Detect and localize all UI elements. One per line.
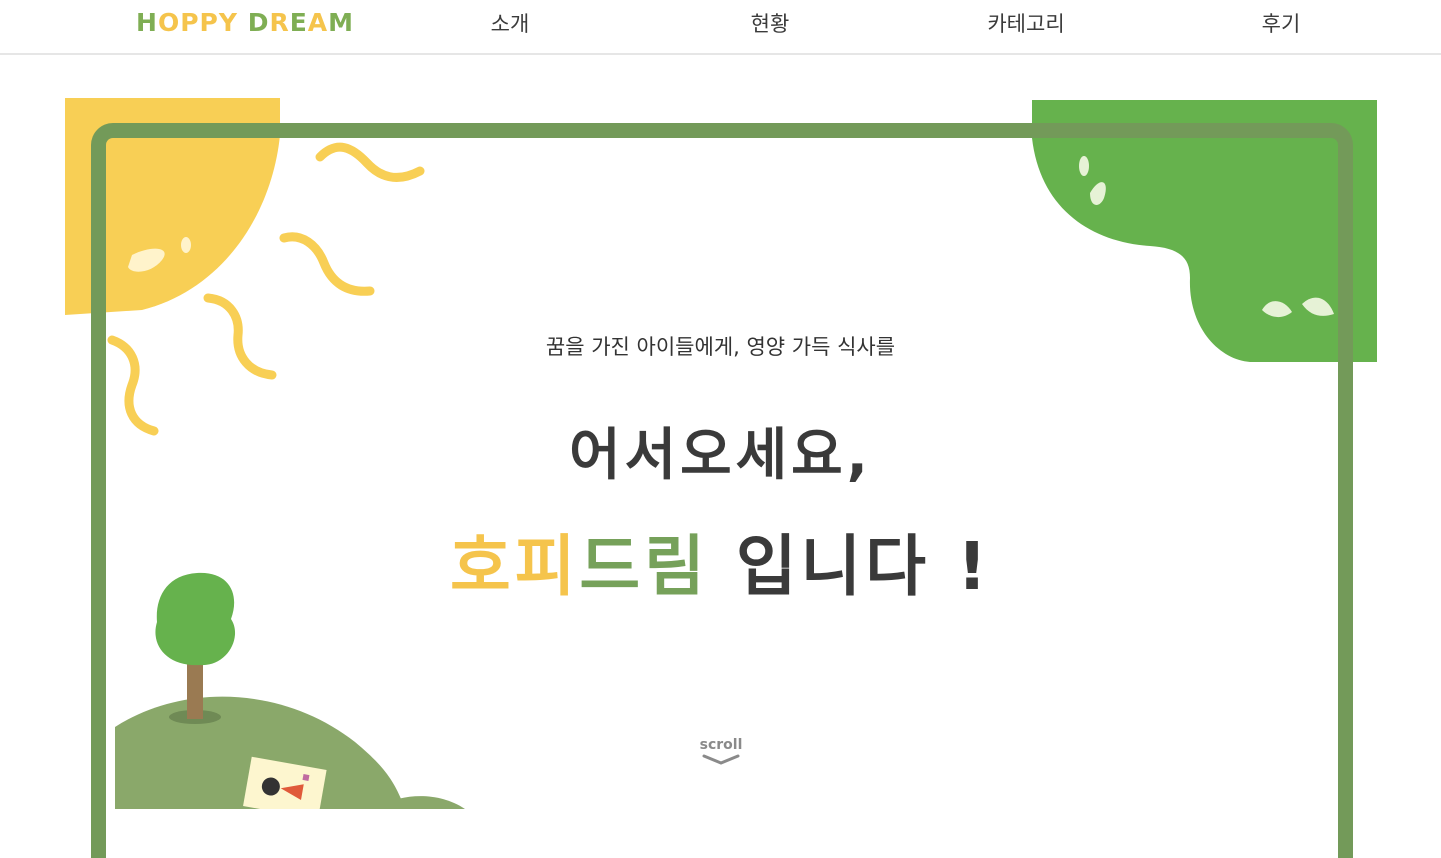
logo-letter: P (180, 8, 200, 37)
brand-name-part2: 드림 (579, 528, 709, 605)
logo-letter: P (199, 8, 219, 37)
brand-name-part1: 호피 (449, 528, 580, 605)
nav-item-category[interactable]: 카테고리 (987, 8, 1064, 38)
chevron-down-icon (702, 754, 740, 765)
brand-heading-rest: 입니다 ! (708, 528, 992, 605)
scroll-label: scroll (699, 737, 743, 753)
logo-letter: M (328, 8, 355, 37)
welcome-heading: 어서오세요, (569, 423, 872, 488)
logo-letter: A (307, 8, 329, 37)
hero-section: 꿈을 가진 아이들에게, 영양 가득 식사를 어서오세요, 호피드림 입니다 !… (0, 55, 1441, 858)
nav-item-reviews[interactable]: 후기 (1262, 8, 1301, 38)
logo-letter: D (247, 8, 270, 37)
brand-heading: 호피드림 입니다 ! (0, 513, 1441, 609)
logo-letter (238, 8, 248, 37)
hero-subtitle: 꿈을 가진 아이들에게, 영양 가득 식사를 (545, 335, 896, 359)
logo-letter: Y (218, 8, 238, 37)
nav-item-intro[interactable]: 소개 (491, 8, 530, 38)
nav-item-status[interactable]: 현황 (751, 8, 790, 38)
top-navigation: HOPPY DREAM 소개 현황 카테고리 후기 (0, 0, 1441, 55)
logo-letter: O (157, 8, 181, 37)
scroll-button[interactable]: scroll (695, 737, 747, 765)
logo-letter: R (269, 8, 290, 37)
logo-letter: E (289, 8, 308, 37)
logo-letter: H (136, 8, 158, 37)
hoppy-dream-logo[interactable]: HOPPY DREAM (136, 8, 354, 37)
